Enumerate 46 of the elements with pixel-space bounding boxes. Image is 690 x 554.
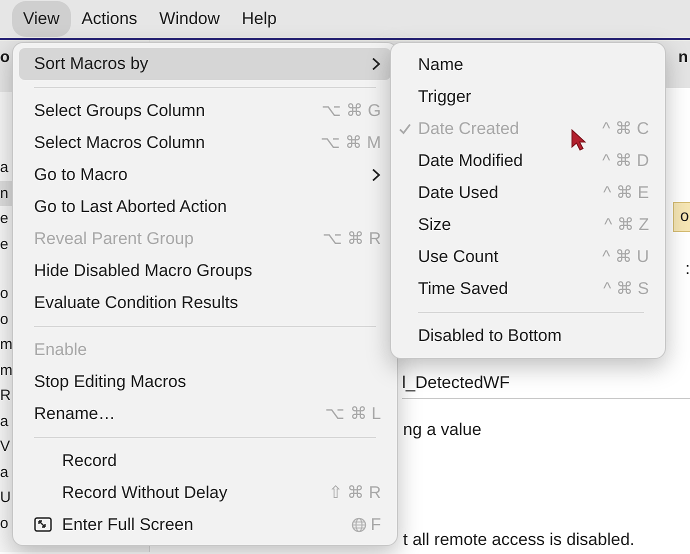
globe-icon xyxy=(350,517,367,533)
menu-item[interactable]: Trigger xyxy=(403,81,659,113)
menu-bar-item[interactable]: View xyxy=(12,1,71,37)
description-text: ng a value xyxy=(403,419,482,441)
macro-name-field[interactable]: l_DetectedWF xyxy=(402,366,690,399)
shortcut-text: ^ ⌘ C xyxy=(602,118,649,140)
shortcut-text: ⇧ ⌘ R xyxy=(328,482,381,504)
menu-item[interactable]: Evaluate Condition Results xyxy=(19,287,391,319)
shortcut-text: F xyxy=(370,514,381,536)
menu-item[interactable]: Date Modified ^ ⌘ D xyxy=(403,145,659,177)
text-fragment: : xyxy=(685,258,690,280)
menu-item[interactable]: Record Without Delay ⇧ ⌘ R xyxy=(19,477,391,509)
menu-item[interactable]: Select Macros Column ⌥ ⌘ M xyxy=(19,127,391,159)
menu-item[interactable]: Name xyxy=(403,49,659,81)
menu-item[interactable]: Record xyxy=(19,445,391,477)
shortcut-text: ⌥ ⌘ G xyxy=(321,100,381,122)
menu-item[interactable]: Select Groups Column ⌥ ⌘ G xyxy=(19,95,391,127)
shortcut-text: ⌥ ⌘ R xyxy=(322,228,381,250)
shortcut-text: ⌥ ⌘ M xyxy=(320,132,381,154)
menu-item[interactable]: Hide Disabled Macro Groups xyxy=(19,255,391,287)
menu-item[interactable]: Time Saved ^ ⌘ S xyxy=(403,273,659,305)
menu-item[interactable]: Sort Macros by xyxy=(19,48,391,80)
menu-item[interactable]: Rename… ⌥ ⌘ L xyxy=(19,398,391,430)
shortcut-text: ^ ⌘ S xyxy=(603,278,649,300)
menu-item[interactable]: Go to Macro xyxy=(19,159,391,191)
column-header: o xyxy=(0,49,10,66)
shortcut-text: ^ ⌘ U xyxy=(602,246,649,268)
menu-item[interactable]: Use Count ^ ⌘ U xyxy=(403,241,659,273)
cursor-icon xyxy=(570,128,588,152)
menu-item[interactable]: Go to Last Aborted Action xyxy=(19,191,391,223)
menu-item[interactable]: Enter Full Screen F xyxy=(19,509,391,541)
menu-bar-item[interactable]: Help xyxy=(230,1,288,37)
shortcut-text: ^ ⌘ D xyxy=(602,150,649,172)
description-text: t all remote access is disabled. xyxy=(403,528,634,550)
shortcut-text: ^ ⌘ E xyxy=(603,182,649,204)
menu-item[interactable]: Disabled to Bottom xyxy=(403,320,659,352)
column-header: n xyxy=(678,48,688,68)
menu-bar-item[interactable]: Window xyxy=(148,1,231,37)
shortcut-text: ^ ⌘ Z xyxy=(604,214,649,236)
shortcut-text: ⌥ ⌘ L xyxy=(325,403,381,426)
highlighted-token: o xyxy=(673,202,690,232)
menu-item[interactable]: Stop Editing Macros xyxy=(19,366,391,398)
menu-bar-item[interactable]: Actions xyxy=(70,1,148,37)
menu-item[interactable]: Date Used ^ ⌘ E xyxy=(403,177,659,209)
menu-item[interactable]: Size ^ ⌘ Z xyxy=(403,209,659,241)
full-screen-icon xyxy=(34,517,52,533)
